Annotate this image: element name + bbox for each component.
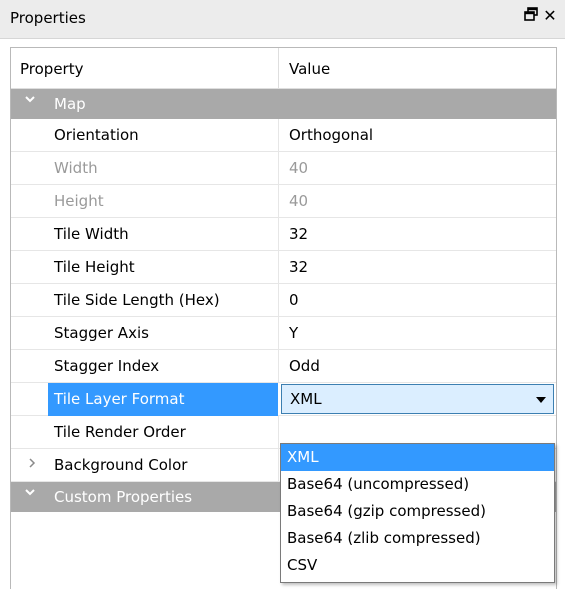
dropdown-option-xml[interactable]: XML (281, 444, 554, 471)
property-value[interactable]: Odd (289, 357, 320, 375)
tile-layer-format-combobox[interactable]: XML (281, 384, 554, 414)
combobox-value: XML (290, 390, 322, 408)
property-row-stagger-index[interactable]: Stagger Index Odd (11, 350, 556, 383)
dropdown-option-base64-zlib[interactable]: Base64 (zlib compressed) (281, 525, 554, 552)
chevron-down-svg (25, 489, 35, 496)
header-value-label[interactable]: Value (289, 60, 330, 78)
chevron-right-icon[interactable] (27, 455, 37, 473)
column-divider (278, 350, 279, 382)
close-icon[interactable]: ✕ (542, 7, 558, 25)
property-value[interactable]: 32 (289, 258, 308, 276)
property-name: Background Color (54, 456, 188, 474)
property-name: Tile Height (54, 258, 135, 276)
column-divider (278, 416, 279, 448)
column-divider (278, 251, 279, 283)
panel-title: Properties (10, 9, 86, 27)
property-row-tile-layer-format[interactable]: Tile Layer Format XML (11, 383, 556, 416)
column-divider (278, 185, 279, 217)
property-value[interactable]: Orthogonal (289, 126, 373, 144)
dropdown-option-base64-gzip[interactable]: Base64 (gzip compressed) (281, 498, 554, 525)
column-divider (278, 218, 279, 250)
column-divider (278, 119, 279, 151)
property-name: Width (54, 159, 98, 177)
chevron-down-icon[interactable] (24, 486, 36, 502)
property-row-height: Height 40 (11, 185, 556, 218)
header-property-column[interactable]: Property (11, 48, 279, 88)
property-row-stagger-axis[interactable]: Stagger Axis Y (11, 317, 556, 350)
column-divider (278, 449, 279, 481)
property-name: Tile Width (54, 225, 129, 243)
property-value[interactable]: 0 (289, 291, 299, 309)
column-divider (278, 152, 279, 184)
group-custom-label: Custom Properties (54, 488, 193, 506)
panel-titlebar: Properties ✕ (0, 0, 565, 39)
chevron-down-icon[interactable] (24, 93, 36, 109)
property-name: Tile Layer Format (54, 390, 185, 408)
property-row-tile-side-length[interactable]: Tile Side Length (Hex) 0 (11, 284, 556, 317)
property-row-tile-height[interactable]: Tile Height 32 (11, 251, 556, 284)
column-divider (278, 284, 279, 316)
chevron-right-svg (29, 458, 36, 468)
property-row-width: Width 40 (11, 152, 556, 185)
dropdown-option-csv[interactable]: CSV (281, 552, 554, 579)
property-row-orientation[interactable]: Orientation Orthogonal (11, 119, 556, 152)
column-divider (278, 317, 279, 349)
property-value[interactable]: 32 (289, 225, 308, 243)
tree-header: Property Value (11, 48, 556, 89)
property-value: 40 (289, 159, 309, 177)
property-row-tile-width[interactable]: Tile Width 32 (11, 218, 556, 251)
property-name: Orientation (54, 126, 139, 144)
chevron-down-svg (25, 96, 35, 103)
chevron-down-icon[interactable] (536, 397, 546, 403)
property-name: Stagger Axis (54, 324, 149, 342)
header-property-label: Property (20, 60, 84, 78)
property-name: Tile Render Order (54, 423, 186, 441)
group-map-label: Map (54, 95, 86, 113)
property-value[interactable]: Y (289, 324, 298, 342)
property-name: Height (54, 192, 104, 210)
property-name: Stagger Index (54, 357, 160, 375)
property-name: Tile Side Length (Hex) (54, 291, 220, 309)
float-icon[interactable] (523, 7, 539, 25)
tile-layer-format-dropdown: XML Base64 (uncompressed) Base64 (gzip c… (280, 443, 555, 583)
selected-row-highlight: Tile Layer Format (48, 383, 278, 416)
float-icon-svg (524, 7, 538, 21)
property-value: 40 (289, 192, 309, 210)
group-map[interactable]: Map (11, 89, 556, 119)
dropdown-option-base64-uncompressed[interactable]: Base64 (uncompressed) (281, 471, 554, 498)
